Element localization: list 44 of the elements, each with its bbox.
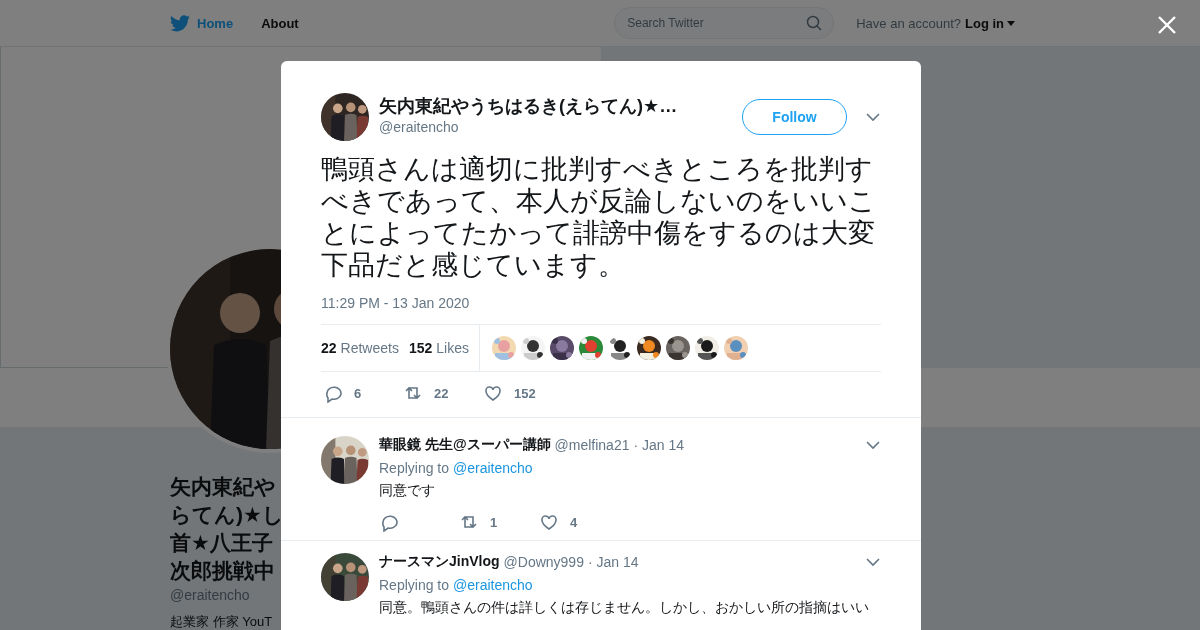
reply-date[interactable]: · Jan 14: [587, 554, 639, 570]
search-field[interactable]: Search Twitter: [614, 7, 835, 39]
retweets-label[interactable]: Retweets: [340, 340, 399, 356]
like-count[interactable]: 152: [408, 340, 433, 356]
account-prompt: Have an account?: [856, 15, 961, 31]
profile-name: らてん)★し: [170, 502, 284, 528]
login-link[interactable]: Log in: [965, 15, 1015, 31]
mention-link[interactable]: @eraitencho: [453, 577, 533, 593]
heart-icon[interactable]: [483, 383, 503, 403]
mention-link[interactable]: @eraitencho: [453, 460, 533, 476]
profile-bio: 起業家 作家 YouT: [170, 613, 273, 630]
speech-bubble-icon[interactable]: [323, 383, 343, 403]
reply-author-handle[interactable]: @melfina21: [554, 437, 630, 453]
replying-label: Replying to: [379, 460, 450, 476]
tweet-time[interactable]: 11:29 PM - 13 Jan 2020: [281, 281, 921, 311]
reply-text: 同意です: [379, 482, 436, 500]
profile-handle: @eraitencho: [170, 587, 250, 603]
reply-text: 同意。鴨頭さんの件は詳しくは存じません。しかし、おかしい所の指摘はいい: [379, 599, 870, 617]
nav-link[interactable]: About: [261, 15, 299, 31]
close-icon[interactable]: [1157, 15, 1177, 35]
action-count: 6: [354, 385, 362, 401]
action-count: 22: [434, 385, 449, 401]
reply-author-handle[interactable]: @Downy999: [503, 554, 584, 570]
action-count: 152: [514, 385, 536, 401]
speech-bubble-icon[interactable]: [379, 512, 399, 532]
likes-label[interactable]: Likes: [436, 340, 469, 356]
action-count: 4: [570, 514, 578, 530]
follow-button[interactable]: Follow: [742, 99, 847, 135]
retweet-count[interactable]: 22: [321, 340, 337, 356]
profile-name: 次郎挑戦中: [170, 558, 275, 584]
reply-author-name[interactable]: 華眼鏡 先生@スーパー講師: [379, 436, 551, 454]
profile-name: 首★八王子: [170, 530, 273, 556]
reply-author-name[interactable]: ナースマンJinVlog: [379, 553, 500, 571]
replying-label: Replying to: [379, 577, 450, 593]
author-name[interactable]: 矢内東紀やうちはるき(えらてん)★…: [379, 95, 742, 117]
bird-icon: [170, 14, 190, 32]
tweet-text: 鴨頭さんは適切に批判すべきところを批判すべきであって、本人が反論しないのをいいことによってたかって誹謗中傷をするのは大変下品だと感じています。: [320, 153, 877, 281]
author-handle[interactable]: @eraitencho: [379, 119, 742, 135]
action-count: 1: [490, 514, 498, 530]
heart-icon[interactable]: [539, 512, 559, 532]
profile-name: 矢内東紀や: [170, 474, 276, 500]
search-icon: [806, 15, 823, 31]
caret-icon: [1007, 20, 1015, 26]
reply-date[interactable]: · Jan 14: [633, 437, 685, 453]
